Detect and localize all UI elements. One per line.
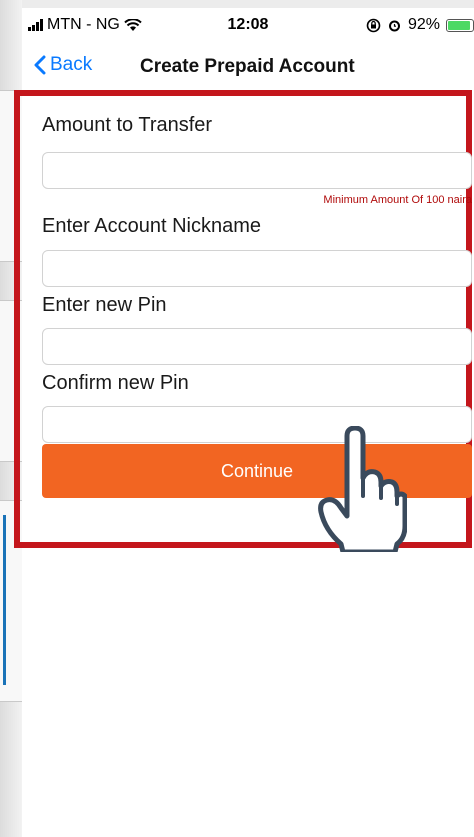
chevron-left-icon <box>34 55 46 75</box>
continue-label: Continue <box>220 460 294 481</box>
status-bar: MTN - NG 12:08 92% <box>22 8 474 44</box>
confirm-pin-input[interactable] <box>42 406 472 443</box>
navigation-bar: Back Create Prepaid Account <box>22 48 474 88</box>
page-title: Create Prepaid Account <box>140 56 355 77</box>
status-right: 92% <box>366 16 474 34</box>
lock-rotation-icon <box>366 18 381 32</box>
pin-input[interactable] <box>42 328 472 365</box>
back-label: Back <box>50 54 93 75</box>
battery-percent: 92% <box>407 16 440 33</box>
nickname-input[interactable] <box>42 250 472 287</box>
pin-label: Enter new Pin <box>42 294 167 316</box>
continue-button[interactable]: Continue <box>42 444 472 498</box>
nickname-label: Enter Account Nickname <box>42 215 261 237</box>
phone-screen: MTN - NG 12:08 92% Back Create Prepaid A… <box>14 8 474 837</box>
confirm-pin-label: Confirm new Pin <box>42 372 189 394</box>
alarm-icon <box>388 20 400 31</box>
background-accent-line <box>3 515 6 685</box>
pointing-hand-icon <box>318 426 407 552</box>
amount-input[interactable] <box>42 152 472 189</box>
battery-icon <box>446 18 474 32</box>
amount-hint: Minimum Amount Of 100 naira <box>323 194 472 206</box>
amount-label: Amount to Transfer <box>42 114 213 136</box>
back-button[interactable]: Back <box>34 54 92 76</box>
